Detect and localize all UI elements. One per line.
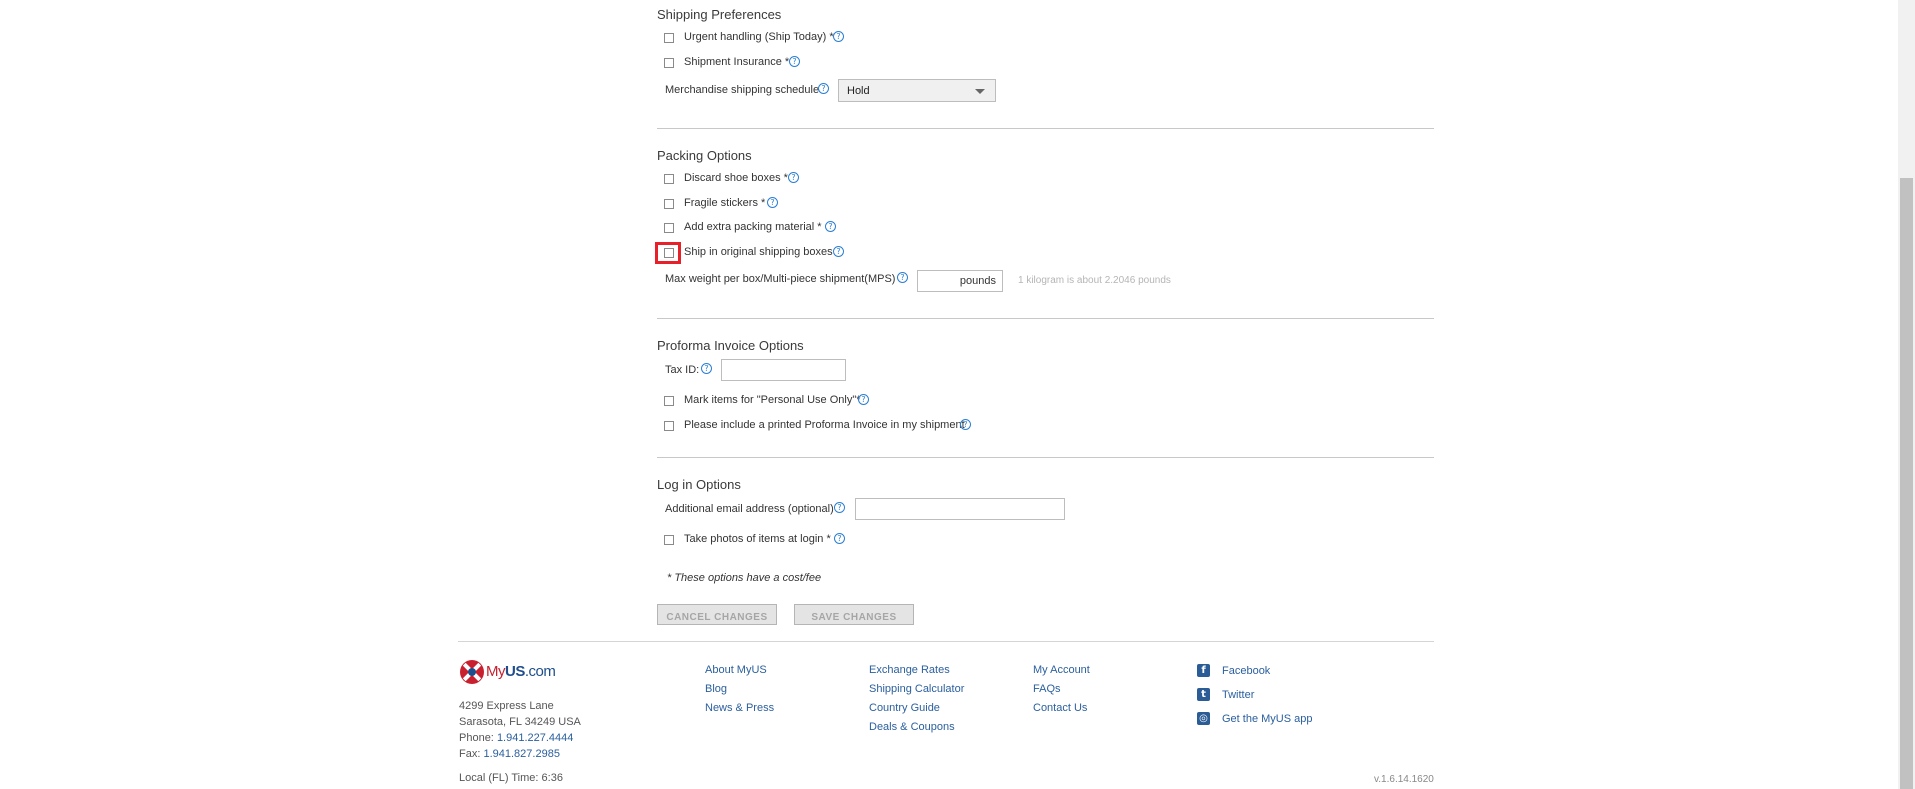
original-boxes-help-icon[interactable]: ? bbox=[833, 246, 844, 257]
chevron-down-icon bbox=[975, 89, 985, 94]
logo-suffix: .com bbox=[524, 663, 556, 680]
footer-link-news[interactable]: News & Press bbox=[705, 702, 774, 714]
urgent-handling-checkbox[interactable] bbox=[664, 33, 674, 43]
take-photos-label: Take photos of items at login * bbox=[684, 533, 831, 545]
facebook-icon[interactable]: f bbox=[1197, 664, 1210, 677]
original-boxes-label: Ship in original shipping boxes bbox=[684, 246, 833, 258]
fax-label: Fax: bbox=[459, 748, 481, 760]
footer-link-shipping-calculator[interactable]: Shipping Calculator bbox=[869, 683, 964, 695]
footer-link-country-guide[interactable]: Country Guide bbox=[869, 702, 940, 714]
address-line2: Sarasota, FL 34249 USA bbox=[459, 716, 581, 728]
footer-divider bbox=[458, 641, 1434, 642]
personal-use-label: Mark items for "Personal Use Only"* bbox=[684, 394, 861, 406]
section-divider bbox=[657, 128, 1434, 129]
extra-packing-checkbox[interactable] bbox=[664, 223, 674, 233]
address-line1: 4299 Express Lane bbox=[459, 700, 554, 712]
fax-row: Fax: 1.941.827.2985 bbox=[459, 748, 560, 760]
printed-invoice-checkbox[interactable] bbox=[664, 421, 674, 431]
shipping-schedule-select[interactable]: Hold bbox=[838, 79, 996, 102]
fragile-stickers-checkbox[interactable] bbox=[664, 199, 674, 209]
max-weight-help-icon[interactable]: ? bbox=[897, 272, 908, 283]
cancel-changes-button[interactable]: CANCEL CHANGES bbox=[657, 604, 777, 625]
take-photos-help-icon[interactable]: ? bbox=[834, 533, 845, 544]
save-changes-button[interactable]: SAVE CHANGES bbox=[794, 604, 914, 625]
footer-link-contact[interactable]: Contact Us bbox=[1033, 702, 1087, 714]
local-time: Local (FL) Time: 6:36 bbox=[459, 772, 563, 784]
discard-shoe-boxes-checkbox[interactable] bbox=[664, 174, 674, 184]
footer-link-twitter[interactable]: Twitter bbox=[1222, 689, 1254, 701]
extra-packing-label: Add extra packing material * bbox=[684, 221, 822, 233]
shipment-insurance-help-icon[interactable]: ? bbox=[789, 56, 800, 67]
phone-row: Phone: 1.941.227.4444 bbox=[459, 732, 573, 744]
section-divider bbox=[657, 318, 1434, 319]
phone-link[interactable]: 1.941.227.4444 bbox=[497, 732, 573, 744]
max-weight-hint: 1 kilogram is about 2.2046 pounds bbox=[1018, 275, 1171, 286]
shipment-insurance-checkbox[interactable] bbox=[664, 58, 674, 68]
footer-link-faqs[interactable]: FAQs bbox=[1033, 683, 1061, 695]
login-options-title: Log in Options bbox=[657, 477, 741, 492]
cost-fee-note: * These options have a cost/fee bbox=[667, 572, 822, 584]
phone-label: Phone: bbox=[459, 732, 494, 744]
footer-link-facebook[interactable]: Facebook bbox=[1222, 665, 1270, 677]
footer-link-app[interactable]: Get the MyUS app bbox=[1222, 713, 1313, 725]
fragile-stickers-label: Fragile stickers * bbox=[684, 197, 766, 209]
shipping-schedule-help-icon[interactable]: ? bbox=[818, 83, 829, 94]
personal-use-help-icon[interactable]: ? bbox=[858, 394, 869, 405]
additional-email-input[interactable] bbox=[855, 498, 1065, 520]
printed-invoice-label: Please include a printed Proforma Invoic… bbox=[684, 419, 965, 431]
discard-shoe-boxes-help-icon[interactable]: ? bbox=[788, 172, 799, 183]
shipping-schedule-value: Hold bbox=[847, 85, 870, 97]
myus-app-icon[interactable]: ◎ bbox=[1197, 712, 1210, 725]
max-weight-unit: pounds bbox=[959, 275, 996, 287]
fax-link[interactable]: 1.941.827.2985 bbox=[483, 748, 559, 760]
footer-link-deals[interactable]: Deals & Coupons bbox=[869, 721, 955, 733]
extra-packing-help-icon[interactable]: ? bbox=[825, 221, 836, 232]
twitter-icon[interactable]: t bbox=[1197, 688, 1210, 701]
footer-link-blog[interactable]: Blog bbox=[705, 683, 727, 695]
version-label: v.1.6.14.1620 bbox=[1374, 774, 1434, 785]
discard-shoe-boxes-label: Discard shoe boxes * bbox=[684, 172, 788, 184]
logo-brand: US bbox=[505, 663, 525, 680]
tax-id-input[interactable] bbox=[721, 359, 846, 381]
fragile-stickers-help-icon[interactable]: ? bbox=[767, 197, 778, 208]
printed-invoice-help-icon[interactable]: ? bbox=[960, 419, 971, 430]
max-weight-input[interactable]: pounds bbox=[917, 270, 1003, 292]
additional-email-label: Additional email address (optional) bbox=[665, 503, 834, 515]
shipping-preferences-title: Shipping Preferences bbox=[657, 7, 782, 22]
urgent-handling-label: Urgent handling (Ship Today) * bbox=[684, 31, 834, 43]
max-weight-label: Max weight per box/Multi-piece shipment(… bbox=[665, 273, 896, 285]
personal-use-checkbox[interactable] bbox=[664, 396, 674, 406]
tax-id-help-icon[interactable]: ? bbox=[701, 363, 712, 374]
shipment-insurance-label: Shipment Insurance * bbox=[684, 56, 790, 68]
scrollbar-thumb[interactable] bbox=[1900, 178, 1913, 789]
additional-email-help-icon[interactable]: ? bbox=[834, 502, 845, 513]
urgent-handling-help-icon[interactable]: ? bbox=[833, 31, 844, 42]
myus-logo-icon bbox=[460, 660, 484, 684]
tax-id-label: Tax ID: bbox=[665, 364, 700, 376]
original-boxes-checkbox[interactable] bbox=[664, 248, 674, 258]
footer-link-my-account[interactable]: My Account bbox=[1033, 664, 1090, 676]
footer-link-exchange-rates[interactable]: Exchange Rates bbox=[869, 664, 950, 676]
take-photos-checkbox[interactable] bbox=[664, 535, 674, 545]
proforma-invoice-title: Proforma Invoice Options bbox=[657, 338, 804, 353]
shipping-schedule-label: Merchandise shipping schedule bbox=[665, 84, 820, 96]
footer-link-about[interactable]: About MyUS bbox=[705, 664, 767, 676]
packing-options-title: Packing Options bbox=[657, 148, 752, 163]
logo-prefix: My bbox=[486, 663, 506, 680]
section-divider bbox=[657, 457, 1434, 458]
